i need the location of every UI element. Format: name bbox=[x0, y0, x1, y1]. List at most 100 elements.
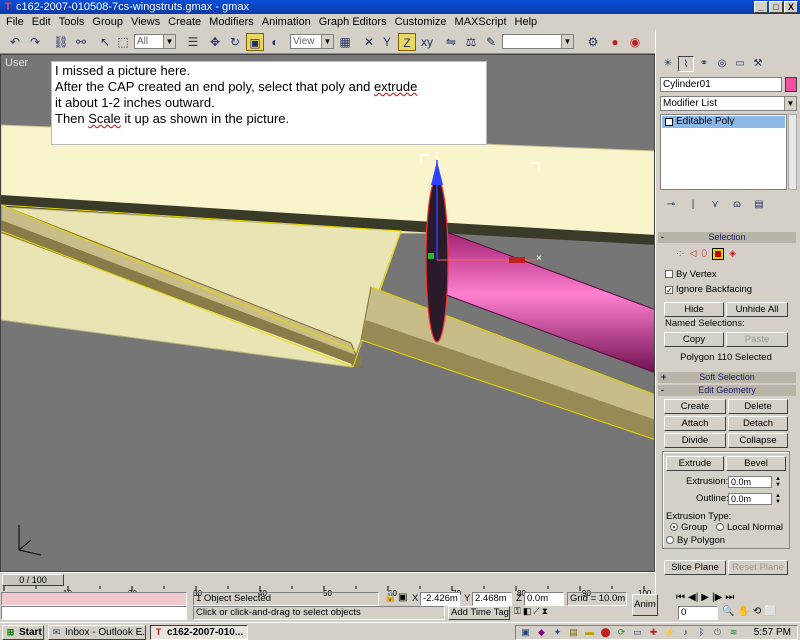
next-frame-icon[interactable]: |▶ bbox=[712, 592, 722, 606]
time-slider[interactable]: 0 / 100 bbox=[0, 572, 655, 586]
tray-update-icon[interactable]: ⟳ bbox=[616, 627, 627, 638]
slice-plane-button[interactable]: Slice Plane bbox=[664, 560, 726, 575]
y-coord-field[interactable]: 2.468m bbox=[472, 592, 512, 606]
edge-icon[interactable]: ◁ bbox=[690, 248, 697, 262]
menu-group[interactable]: Group bbox=[88, 14, 127, 30]
menu-edit[interactable]: Edit bbox=[28, 14, 55, 30]
menu-help[interactable]: Help bbox=[511, 14, 542, 30]
detach-button[interactable]: Detach bbox=[728, 416, 788, 431]
modifier-list-dropdown[interactable]: Modifier List ▼ bbox=[660, 96, 797, 111]
maxscript-listener-field[interactable] bbox=[1, 592, 187, 606]
current-frame-field[interactable]: 0 bbox=[678, 606, 718, 620]
polygon-icon[interactable] bbox=[712, 248, 725, 260]
tray-antivirus-icon[interactable]: ✚ bbox=[648, 627, 659, 638]
ignore-backfacing-checkbox[interactable]: ✓ Ignore Backfacing bbox=[665, 284, 752, 296]
maximize-button[interactable]: □ bbox=[769, 1, 783, 13]
bevel-button[interactable]: Bevel bbox=[726, 456, 786, 471]
add-time-tag-button[interactable]: Add Time Tag bbox=[448, 606, 510, 620]
pivot-center-icon[interactable]: ▦ bbox=[336, 33, 354, 51]
unlink-icon[interactable]: ⚯ bbox=[72, 33, 90, 51]
redo-icon[interactable]: ↷ bbox=[26, 33, 44, 51]
restrict-xy-icon[interactable]: xy bbox=[418, 33, 436, 51]
material-editor-icon[interactable]: ⚙ bbox=[584, 33, 602, 51]
set-key-icon[interactable]: ◧ bbox=[523, 606, 532, 620]
by-vertex-checkbox[interactable]: By Vertex bbox=[665, 269, 717, 281]
minimize-button[interactable]: _ bbox=[754, 1, 768, 13]
tray-network-status-icon[interactable]: ⚡ bbox=[664, 627, 675, 638]
hierarchy-tab-icon[interactable]: ⚭ bbox=[696, 56, 712, 72]
render-icon[interactable]: ● bbox=[606, 33, 624, 51]
region-select-icon[interactable]: ⬚ bbox=[114, 33, 132, 51]
hide-button[interactable]: Hide bbox=[664, 302, 724, 317]
network-icon[interactable]: ▣ bbox=[520, 627, 531, 638]
motion-tab-icon[interactable]: ◎ bbox=[714, 56, 730, 72]
remove-modifier-icon[interactable]: ɷ bbox=[730, 198, 744, 212]
absolute-mode-icon[interactable]: ▣ bbox=[398, 592, 407, 603]
tray-wifi-icon[interactable]: ≋ bbox=[728, 627, 739, 638]
undo-icon[interactable]: ↶ bbox=[6, 33, 24, 51]
previous-frame-icon[interactable]: ◀| bbox=[688, 592, 698, 606]
taskbar-item-gmax[interactable]: Tc162-2007-010... bbox=[150, 625, 248, 640]
named-selection-sets-dropdown[interactable]: ▼ bbox=[502, 34, 574, 49]
attach-button[interactable]: Attach bbox=[664, 416, 726, 431]
pin-stack-icon[interactable]: ⊸ bbox=[664, 198, 678, 212]
restrict-y-icon[interactable]: Y bbox=[378, 33, 396, 51]
named-selection-icon[interactable]: ✎ bbox=[482, 33, 500, 51]
outline-spinner-field[interactable]: 0.0m bbox=[728, 493, 772, 505]
copy-button[interactable]: Copy bbox=[664, 332, 724, 347]
tray-power-icon[interactable]: ⏻ bbox=[712, 627, 723, 638]
menu-graph-editors[interactable]: Graph Editors bbox=[315, 14, 391, 30]
extrude-button[interactable]: Extrude bbox=[666, 456, 724, 471]
menu-file[interactable]: File bbox=[2, 14, 28, 30]
squash-icon[interactable]: ◐ bbox=[266, 33, 284, 51]
select-object-icon[interactable]: ↖ bbox=[96, 33, 114, 51]
expand-box-icon[interactable] bbox=[665, 118, 673, 126]
outline-spinner-arrows-icon[interactable]: ▲ ▼ bbox=[774, 493, 782, 505]
quick-render-icon[interactable]: ◉ bbox=[626, 33, 644, 51]
restrict-z-icon[interactable]: Z bbox=[398, 33, 416, 51]
close-button[interactable]: X bbox=[784, 1, 798, 13]
restrict-x-icon[interactable]: ✕ bbox=[360, 33, 378, 51]
go-to-end-icon[interactable]: ⏭ bbox=[725, 592, 734, 606]
paste-button[interactable]: Paste bbox=[726, 332, 788, 347]
object-color-swatch[interactable] bbox=[785, 77, 797, 92]
gmax-app-icon[interactable]: T bbox=[2, 1, 14, 13]
tray-bluetooth-icon[interactable]: ᛒ bbox=[696, 627, 707, 638]
border-icon[interactable]: ⬯ bbox=[701, 248, 707, 262]
make-unique-icon[interactable]: ⋎ bbox=[708, 198, 722, 212]
menu-tools[interactable]: Tools bbox=[55, 14, 89, 30]
extrusion-spinner-arrows-icon[interactable]: ▲ ▼ bbox=[774, 476, 782, 488]
divide-button[interactable]: Divide bbox=[664, 433, 726, 448]
object-name-field[interactable]: Cylinder01 bbox=[660, 77, 782, 92]
modifier-stack-scrollbar[interactable] bbox=[788, 114, 797, 190]
rotate-icon[interactable]: ↻ bbox=[226, 33, 244, 51]
anim-button[interactable]: Anim bbox=[632, 594, 658, 616]
group-radio[interactable]: Group bbox=[670, 522, 707, 534]
create-button[interactable]: Create bbox=[664, 399, 726, 414]
menu-modifiers[interactable]: Modifiers bbox=[205, 14, 258, 30]
stack-item-editable-poly[interactable]: Editable Poly bbox=[662, 116, 785, 128]
select-by-name-icon[interactable]: ☰ bbox=[184, 33, 202, 51]
reference-coordinate-dropdown[interactable]: View ▼ bbox=[290, 34, 334, 49]
lock-selection-icon[interactable]: 🔒 bbox=[384, 592, 396, 603]
tray-folder-icon[interactable]: ▬ bbox=[584, 627, 595, 638]
auto-key-icon[interactable]: ⧗ bbox=[542, 606, 548, 620]
reset-plane-button[interactable]: Reset Plane bbox=[728, 560, 788, 575]
menu-create[interactable]: Create bbox=[164, 14, 205, 30]
create-tab-icon[interactable]: ✳ bbox=[660, 56, 676, 72]
select-and-link-icon[interactable]: ⛓ bbox=[52, 33, 70, 51]
time-slider-handle[interactable]: 0 / 100 bbox=[2, 574, 64, 586]
move-icon[interactable]: ✥ bbox=[206, 33, 224, 51]
menu-maxscript[interactable]: MAXScript bbox=[451, 14, 511, 30]
extrusion-spinner-field[interactable]: 0.0m bbox=[728, 476, 772, 488]
tray-printer-icon[interactable]: ▤ bbox=[568, 627, 579, 638]
local-normal-radio[interactable]: Local Normal bbox=[716, 522, 783, 534]
selection-filter-dropdown[interactable]: All ▼ bbox=[134, 34, 176, 49]
arc-rotate-icon[interactable]: ⟲ bbox=[753, 606, 761, 620]
start-button[interactable]: ⊞ Start bbox=[2, 625, 44, 640]
show-end-result-icon[interactable]: | bbox=[686, 198, 700, 212]
scale-icon[interactable]: ▣ bbox=[246, 33, 264, 51]
edit-geometry-rollout-header[interactable]: - Edit Geometry bbox=[658, 385, 796, 396]
play-icon[interactable]: ▶ bbox=[701, 592, 709, 606]
tray-volume-icon[interactable]: ♪ bbox=[680, 627, 691, 638]
